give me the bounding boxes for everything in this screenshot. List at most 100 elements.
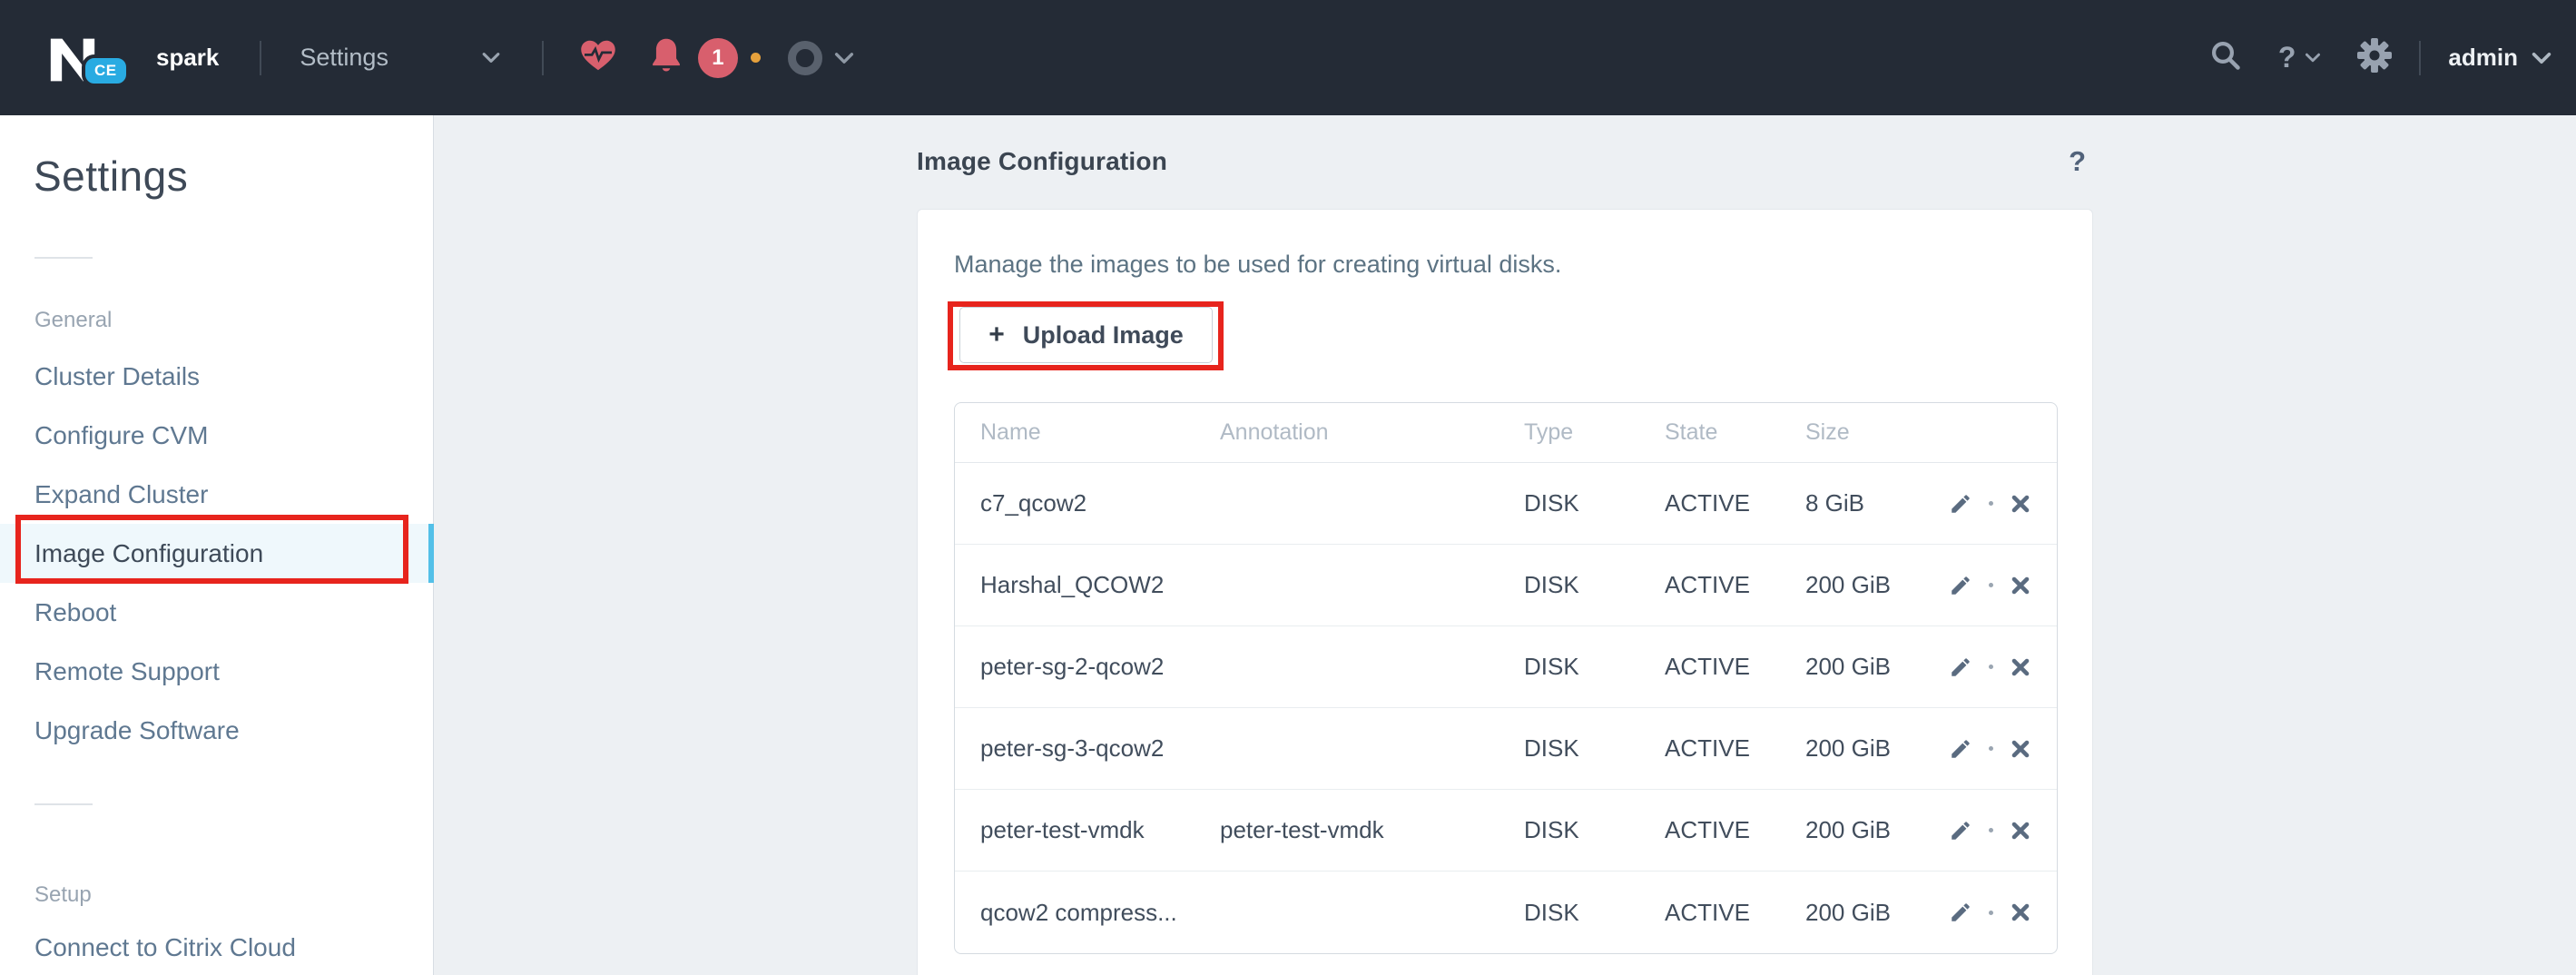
edit-pencil-icon[interactable] [1949,574,1972,597]
delete-x-icon[interactable] [2010,656,2031,678]
action-separator-dot [1989,746,1993,751]
ce-edition-badge: CE [82,54,130,87]
sidebar-item-image-configuration[interactable]: Image Configuration [0,524,433,583]
image-size: 200 GiB [1805,571,1942,599]
image-state: ACTIVE [1665,899,1805,927]
images-table: Name Annotation Type State Size c7_qcow2… [954,402,2058,954]
navbar-divider [2419,41,2421,75]
cluster-name[interactable]: spark [156,44,219,72]
image-configuration-card: Manage the images to be used for creatin… [917,209,2093,975]
chevron-down-icon [481,52,501,64]
image-size: 200 GiB [1805,653,1942,681]
delete-x-icon[interactable] [2010,820,2031,842]
edit-pencil-icon[interactable] [1949,655,1972,679]
chevron-down-icon [2305,53,2321,63]
image-state: ACTIVE [1665,734,1805,763]
nav-section-label: Settings [300,44,388,72]
row-actions [1942,819,2031,842]
table-row: peter-sg-3-qcow2 DISK ACTIVE 200 GiB [955,708,2057,790]
column-header-type: Type [1524,419,1665,446]
sidebar-section-label-setup: Setup [34,882,92,908]
tasks-ring-icon[interactable] [788,41,822,75]
column-header-annotation: Annotation [1220,419,1524,446]
content-column: Image Configuration ? Manage the images … [917,115,2093,975]
image-state: ACTIVE [1665,816,1805,844]
image-name: peter-test-vmdk [980,816,1220,844]
alert-count-badge[interactable]: 1 [698,38,738,78]
alerts-bell-icon[interactable] [649,37,683,78]
image-state: ACTIVE [1665,653,1805,681]
delete-x-icon[interactable] [2010,901,2031,923]
sidebar-item-upgrade-software[interactable]: Upgrade Software [0,701,433,760]
column-header-name: Name [980,419,1220,446]
user-menu[interactable]: admin [2448,44,2552,72]
sidebar-item-reboot[interactable]: Reboot [0,583,433,642]
action-separator-dot [1989,583,1993,587]
gear-icon[interactable] [2357,38,2392,77]
nav-section-dropdown[interactable]: Settings [300,44,501,72]
column-header-state: State [1665,419,1805,446]
image-type: DISK [1524,571,1665,599]
chevron-down-icon[interactable] [833,52,855,64]
sidebar-item-configure-cvm[interactable]: Configure CVM [0,406,433,465]
warning-dot-icon [751,53,761,63]
table-row: peter-test-vmdk peter-test-vmdk DISK ACT… [955,790,2057,872]
image-size: 8 GiB [1805,489,1942,517]
delete-x-icon[interactable] [2010,738,2031,760]
sidebar-item-cluster-details[interactable]: Cluster Details [0,347,433,406]
row-actions [1942,901,2031,924]
sidebar-item-connect-citrix-cloud[interactable]: Connect to Citrix Cloud [0,918,433,975]
image-type: DISK [1524,734,1665,763]
edit-pencil-icon[interactable] [1949,901,1972,924]
sidebar-item-expand-cluster[interactable]: Expand Cluster [0,465,433,524]
sidebar-section-label-general: General [34,308,112,333]
table-header-row: Name Annotation Type State Size [955,403,2057,463]
main-content: Image Configuration ? Manage the images … [435,115,2576,975]
image-name: c7_qcow2 [980,489,1220,517]
edit-pencil-icon[interactable] [1949,819,1972,842]
nutanix-logo[interactable]: CE [47,16,120,100]
page-title: Image Configuration [917,147,1167,176]
image-type: DISK [1524,653,1665,681]
sidebar-title: Settings [34,152,188,201]
image-name: peter-sg-3-qcow2 [980,734,1220,763]
health-heart-icon[interactable] [580,39,616,76]
sidebar-item-remote-support[interactable]: Remote Support [0,642,433,701]
image-annotation: peter-test-vmdk [1220,816,1524,844]
username-label: admin [2448,44,2518,72]
settings-sidebar: Settings General Cluster Details Configu… [0,115,434,975]
edit-pencil-icon[interactable] [1949,737,1972,761]
image-type: DISK [1524,816,1665,844]
image-size: 200 GiB [1805,816,1942,844]
image-name: Harshal_QCOW2 [980,571,1220,599]
row-actions [1942,492,2031,516]
sidebar-nav: Cluster Details Configure CVM Expand Clu… [0,347,433,760]
help-question-icon: ? [2278,41,2296,74]
table-row: c7_qcow2 DISK ACTIVE 8 GiB [955,463,2057,545]
action-separator-dot [1989,828,1993,832]
sidebar-divider [34,803,93,805]
action-separator-dot [1989,911,1993,915]
image-state: ACTIVE [1665,489,1805,517]
help-menu[interactable]: ? [2278,41,2322,74]
edit-pencil-icon[interactable] [1949,492,1972,516]
plus-icon: + [988,321,1005,349]
delete-x-icon[interactable] [2010,575,2031,596]
image-type: DISK [1524,489,1665,517]
table-row: peter-sg-2-qcow2 DISK ACTIVE 200 GiB [955,626,2057,708]
upload-image-button[interactable]: + Upload Image [959,307,1213,363]
upload-image-label: Upload Image [1023,321,1184,350]
delete-x-icon[interactable] [2010,493,2031,515]
search-icon[interactable] [2209,39,2242,76]
top-navbar: CE spark Settings 1 [0,0,2576,115]
image-size: 200 GiB [1805,734,1942,763]
row-actions [1942,737,2031,761]
action-separator-dot [1989,665,1993,669]
navbar-divider [542,41,544,75]
navbar-right-cluster: ? [2209,38,2552,77]
navbar-divider [260,41,261,75]
image-name: qcow2 compress... [980,899,1220,927]
page-help-icon[interactable]: ? [2069,145,2086,178]
image-size: 200 GiB [1805,899,1942,927]
row-actions [1942,574,2031,597]
